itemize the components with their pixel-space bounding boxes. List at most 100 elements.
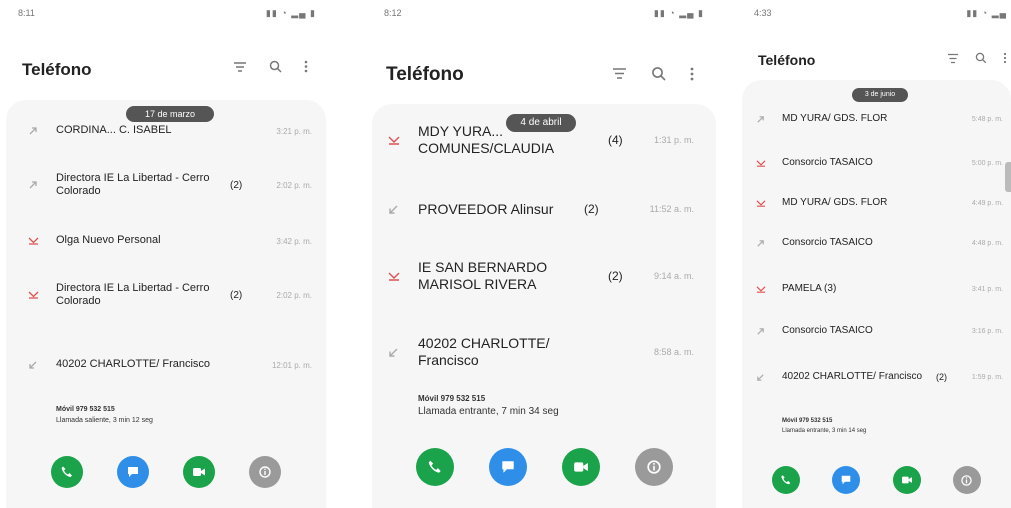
info-button[interactable] xyxy=(634,448,673,486)
call-outgoing-icon xyxy=(28,126,38,136)
status-icons: ▮▮ ◔ ▂▄ xyxy=(966,8,1007,18)
phone-screen-1: 8:11 ▮▮ ◔ ▂▄ ▮ Teléfono CORDINA... C. IS… xyxy=(6,0,326,508)
contact-name: PAMELA (3) xyxy=(782,283,837,294)
contact-actions xyxy=(742,466,1011,494)
date-pill: 3 de junio xyxy=(852,88,908,102)
message-button[interactable] xyxy=(832,466,861,494)
more-options-icon[interactable] xyxy=(1003,52,1007,64)
call-count: (2) xyxy=(608,269,623,283)
call-button[interactable] xyxy=(51,456,83,488)
filter-icon[interactable] xyxy=(233,61,247,73)
call-time: 3:21 p. m. xyxy=(276,126,312,136)
call-time: 5:48 p. m. xyxy=(971,115,1003,123)
call-count: (4) xyxy=(608,133,623,147)
info-button[interactable] xyxy=(249,456,281,488)
call-log-row[interactable]: Directora IE La Libertad - Cerro Colorad… xyxy=(6,164,326,206)
status-time: 4:33 xyxy=(754,8,772,18)
call-log-row[interactable]: MD YURA/ GDS. FLOR 4:49 p. m. xyxy=(742,190,1011,216)
call-button[interactable] xyxy=(772,466,801,494)
call-log-row[interactable]: PROVEEDOR Alinsur (2) 11:52 a. m. xyxy=(372,194,716,224)
call-log-row[interactable]: Directora IE La Libertad - Cerro Colorad… xyxy=(6,274,326,316)
call-incoming-icon xyxy=(388,347,399,358)
status-time: 8:11 xyxy=(18,8,35,18)
contact-name: Olga Nuevo Personal xyxy=(56,234,161,247)
phone-number: Móvil 979 532 515 xyxy=(782,418,833,424)
call-time: 4:48 p. m. xyxy=(971,239,1003,247)
call-time: 5:00 p. m. xyxy=(971,159,1003,167)
filter-icon[interactable] xyxy=(947,53,959,64)
call-time: 3:42 p. m. xyxy=(276,236,312,246)
call-log-row[interactable]: Olga Nuevo Personal 3:42 p. m. xyxy=(6,226,326,256)
call-count: (2) xyxy=(230,179,243,191)
contact-name: Consorcio TASAICO xyxy=(782,325,873,336)
call-missed-icon xyxy=(756,159,766,168)
call-log-row[interactable]: PAMELA (3) 3:41 p. m. xyxy=(742,276,1011,302)
status-bar: 8:11 ▮▮ ◔ ▂▄ ▮ xyxy=(18,8,316,22)
search-icon[interactable] xyxy=(651,66,666,81)
call-time: 11:52 a. m. xyxy=(649,204,694,214)
call-outgoing-icon xyxy=(28,180,38,190)
call-time: 2:02 p. m. xyxy=(276,180,312,190)
search-icon[interactable] xyxy=(975,52,987,64)
contact-actions xyxy=(6,456,326,488)
status-icons: ▮▮ ◔ ▂▄ ▮ xyxy=(265,8,316,18)
call-missed-icon xyxy=(388,135,400,146)
call-log-row[interactable]: Consorcio TASAICO 4:48 p. m. xyxy=(742,230,1011,256)
app-title: Teléfono xyxy=(758,52,816,68)
video-call-button[interactable] xyxy=(183,456,215,488)
phone-screen-2: 8:12 ▮▮ ◔ ▂▄ ▮ Teléfono MDY YURA... COMU… xyxy=(372,0,716,508)
contact-name: PROVEEDOR Alinsur xyxy=(418,200,554,217)
call-time: 2:02 p. m. xyxy=(276,290,312,300)
toolbar xyxy=(947,52,1007,64)
message-button[interactable] xyxy=(117,456,149,488)
contact-name: MD YURA/ GDS. FLOR xyxy=(782,197,888,208)
phone-number: Móvil 979 532 515 xyxy=(56,406,115,413)
fast-scroll-handle[interactable] xyxy=(1005,162,1011,192)
more-options-icon[interactable] xyxy=(304,60,308,73)
call-time: 4:49 p. m. xyxy=(971,199,1003,207)
status-bar: 4:33 ▮▮ ◔ ▂▄ xyxy=(754,8,1007,22)
call-log-row-expanded[interactable]: 40202 CHARLOTTE/ Francisco 8:58 a. m. xyxy=(372,330,716,374)
contact-name: Consorcio TASAICO xyxy=(782,237,873,248)
call-time: 1:31 p. m. xyxy=(653,135,694,145)
call-duration: Llamada saliente, 3 min 12 seg xyxy=(56,417,153,424)
video-call-button[interactable] xyxy=(892,466,921,494)
filter-icon[interactable] xyxy=(612,67,627,80)
call-count: (2) xyxy=(230,289,243,301)
screenshots-collage: 8:11 ▮▮ ◔ ▂▄ ▮ Teléfono CORDINA... C. IS… xyxy=(0,0,1011,508)
contact-name: 40202 CHARLOTTE/ Francisco xyxy=(782,371,923,382)
call-missed-icon xyxy=(28,290,39,300)
call-outgoing-icon xyxy=(756,115,765,124)
info-button[interactable] xyxy=(952,466,981,494)
call-log-row-expanded[interactable]: 40202 CHARLOTTE/ Francisco (2) 1:59 p. m… xyxy=(742,360,1011,394)
call-duration: Llamada entrante, 7 min 34 seg xyxy=(418,406,559,417)
call-time: 3:16 p. m. xyxy=(971,327,1003,335)
call-detail: Móvil 979 532 515 Llamada entrante, 7 mi… xyxy=(418,392,559,418)
call-incoming-icon xyxy=(388,204,399,215)
contact-name: MD YURA/ GDS. FLOR xyxy=(782,113,888,124)
call-log-row[interactable]: Consorcio TASAICO 5:00 p. m. xyxy=(742,150,1011,176)
call-button[interactable] xyxy=(415,448,454,486)
call-incoming-icon xyxy=(28,360,38,370)
call-log-row[interactable]: Consorcio TASAICO 3:16 p. m. xyxy=(742,318,1011,344)
call-detail: Móvil 979 532 515 Llamada saliente, 3 mi… xyxy=(56,404,153,426)
more-options-icon[interactable] xyxy=(690,67,694,81)
call-time: 9:14 a. m. xyxy=(653,271,694,281)
status-time: 8:12 xyxy=(384,8,402,18)
contact-name: Directora IE La Libertad - Cerro Colorad… xyxy=(56,171,210,197)
toolbar xyxy=(233,60,308,73)
call-log-row-expanded[interactable]: 40202 CHARLOTTE/ Francisco 12:01 p. m. xyxy=(6,344,326,386)
search-icon[interactable] xyxy=(269,60,282,73)
contact-name: IE SAN BERNARDO MARISOL RIVERA xyxy=(418,259,548,292)
call-log-list: MD YURA/ GDS. FLOR 5:48 p. m. Consorcio … xyxy=(742,80,1011,508)
call-missed-icon xyxy=(388,271,400,282)
call-log-row[interactable]: MD YURA/ GDS. FLOR 5:48 p. m. xyxy=(742,106,1011,132)
app-title: Teléfono xyxy=(22,60,92,79)
call-outgoing-icon xyxy=(756,327,765,336)
call-time: 8:58 a. m. xyxy=(653,347,694,357)
contact-name: 40202 CHARLOTTE/ Francisco xyxy=(418,335,550,368)
contact-name: Consorcio TASAICO xyxy=(782,157,873,168)
call-log-row[interactable]: IE SAN BERNARDO MARISOL RIVERA (2) 9:14 … xyxy=(372,254,716,298)
message-button[interactable] xyxy=(488,448,527,486)
video-call-button[interactable] xyxy=(561,448,600,486)
